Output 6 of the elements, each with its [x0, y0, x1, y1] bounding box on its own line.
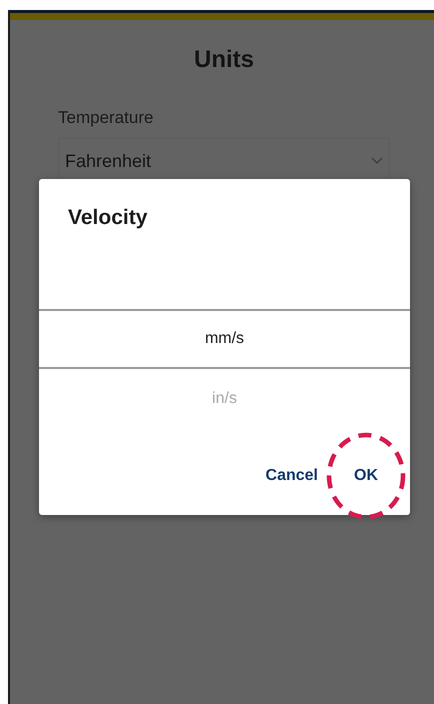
- chevron-down-icon: [371, 157, 383, 165]
- dialog-title: Velocity: [67, 205, 148, 231]
- picker-option[interactable]: mm/s: [39, 309, 410, 369]
- page-title: Units: [193, 46, 255, 74]
- dialog-button[interactable]: Cancel: [256, 459, 328, 493]
- field-label: Temperature: [58, 108, 154, 128]
